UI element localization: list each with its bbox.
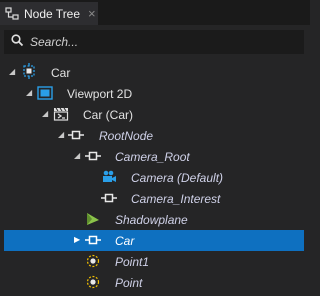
search-input[interactable]	[30, 35, 290, 49]
tree-icon	[5, 6, 19, 21]
tree-row-camera-root[interactable]: ◢ Camera_Root	[0, 146, 310, 167]
light-icon	[85, 253, 101, 269]
group-node-icon	[68, 127, 84, 143]
camera-icon	[101, 169, 117, 185]
node-label: Point1	[115, 254, 150, 269]
node-label: Camera (Default)	[131, 170, 224, 185]
tree-row-car-selected[interactable]: ▶ Car	[4, 230, 304, 251]
tab-title: Node Tree	[24, 6, 81, 21]
group-node-icon	[85, 232, 101, 248]
tree-row-car-instance[interactable]: ◢ Car (Car)	[0, 104, 310, 125]
tree-row-viewport-2d[interactable]: ◢ Viewport 2D	[0, 83, 310, 104]
node-label: Car (Car)	[83, 107, 133, 122]
tree-row-rootnode[interactable]: ◢ RootNode	[0, 125, 310, 146]
model-icon	[85, 211, 101, 227]
scene-instance-icon	[53, 106, 69, 122]
group-node-icon	[101, 190, 117, 206]
collapse-arrow-icon[interactable]: ▶	[74, 236, 82, 244]
node-label: RootNode	[99, 128, 154, 143]
node-label: Camera_Root	[115, 149, 190, 164]
light-icon	[85, 274, 101, 290]
tree-row-point1[interactable]: Point1	[0, 251, 310, 272]
node-label: Car	[51, 65, 71, 80]
node-icon	[21, 63, 37, 79]
tree-row-point[interactable]: Point	[0, 272, 310, 293]
expand-arrow-icon[interactable]: ◢	[42, 110, 50, 118]
node-label: Shadowplane	[115, 212, 188, 227]
tree-row-camera-default[interactable]: Camera (Default)	[0, 167, 310, 188]
node-label: Car	[115, 233, 135, 248]
tree-row-camera-interest[interactable]: Camera_Interest	[0, 188, 310, 209]
tab-node-tree[interactable]: Node Tree ×	[0, 2, 98, 25]
search-icon	[11, 34, 24, 50]
node-label: Viewport 2D	[67, 86, 133, 101]
group-node-icon	[85, 148, 101, 164]
node-tree: ◢ Car ◢ Viewport 2D ◢ Car (Car) ◢ RootNo…	[0, 62, 310, 293]
node-label: Point	[115, 275, 143, 290]
tab-bar: Node Tree ×	[0, 0, 310, 25]
viewport-icon	[37, 85, 53, 101]
expand-arrow-icon[interactable]: ◢	[9, 68, 17, 76]
search-box	[4, 30, 304, 54]
tree-row-car[interactable]: ◢ Car	[0, 62, 310, 83]
close-icon[interactable]: ×	[88, 7, 96, 20]
expand-arrow-icon[interactable]: ◢	[58, 131, 66, 139]
expand-arrow-icon[interactable]: ◢	[74, 152, 82, 160]
node-label: Camera_Interest	[131, 191, 221, 206]
tree-row-shadowplane[interactable]: Shadowplane	[0, 209, 310, 230]
node-tree-panel: Node Tree × ◢ Car	[0, 0, 310, 296]
expand-arrow-icon[interactable]: ◢	[26, 89, 34, 97]
